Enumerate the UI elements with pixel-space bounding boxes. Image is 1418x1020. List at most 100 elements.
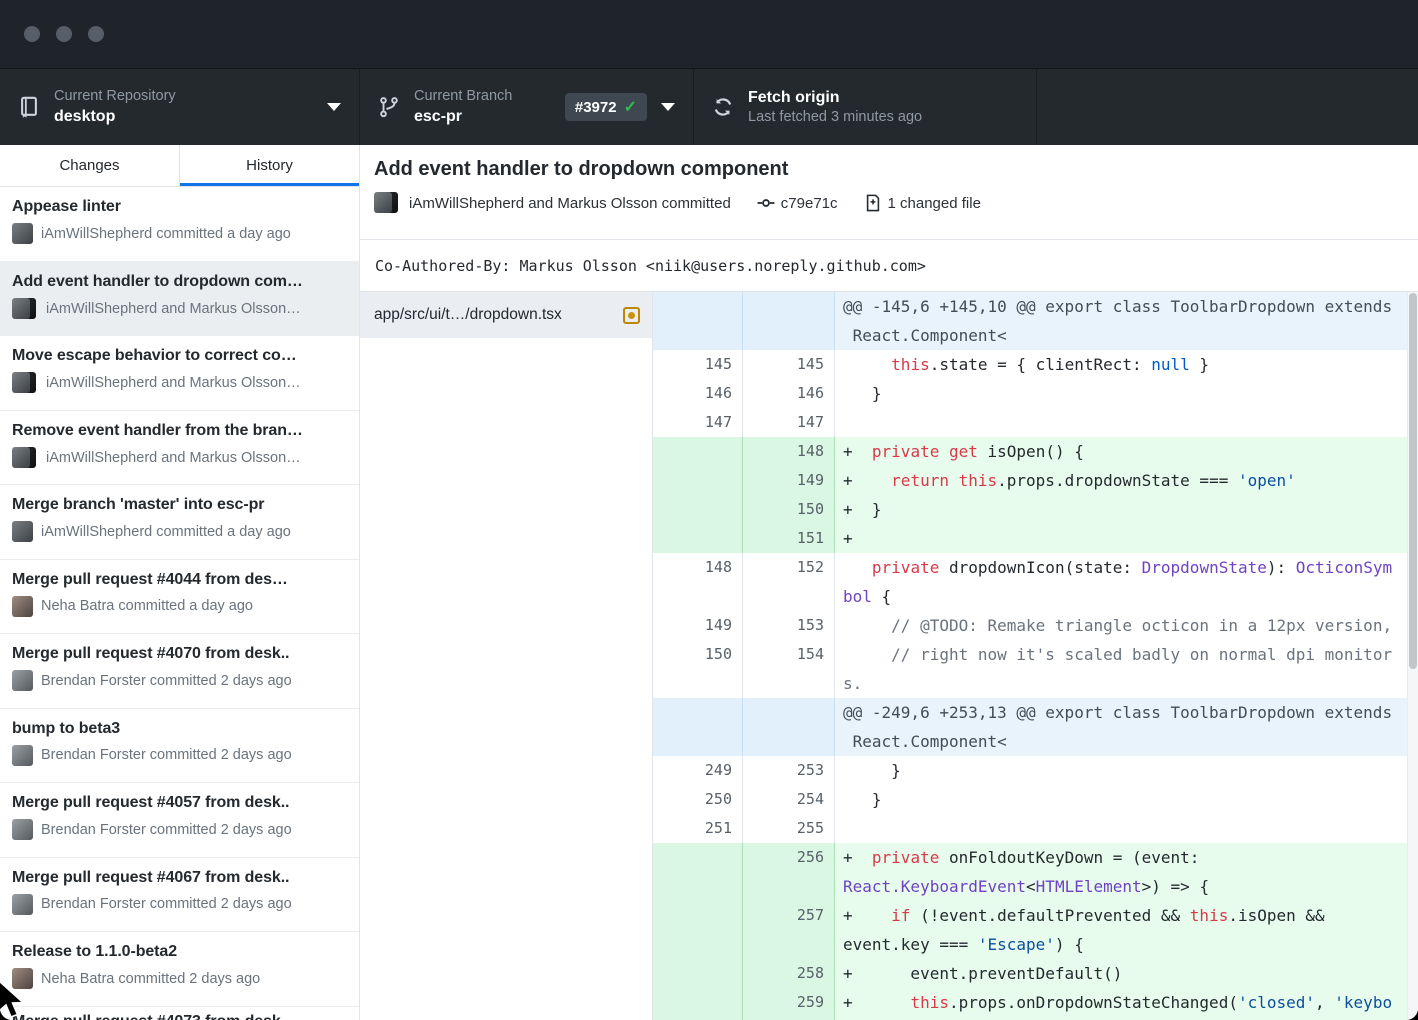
- repo-icon: [18, 96, 40, 118]
- diff-row[interactable]: 148+ private get isOpen() {: [653, 437, 1407, 466]
- diff-row[interactable]: 151+: [653, 524, 1407, 553]
- avatar: [12, 819, 33, 840]
- diff-row[interactable]: 249253 }: [653, 756, 1407, 785]
- new-line-number: 253: [743, 756, 835, 785]
- old-line-number: [653, 698, 743, 756]
- commit-item[interactable]: Add event handler to dropdown com…iAmWil…: [0, 262, 359, 337]
- code-line: // right now it's scaled badly on normal…: [835, 640, 1407, 698]
- file-item[interactable]: app/src/ui/t…/dropdown.tsx: [360, 292, 652, 338]
- commit-item[interactable]: Merge pull request #4073 from desk..: [0, 1007, 359, 1020]
- branch-picker[interactable]: Current Branch esc-pr #3972 ✓: [360, 69, 694, 145]
- avatar: [12, 968, 33, 989]
- commit-list: Appease linteriAmWillShepherd committed …: [0, 187, 359, 1020]
- diff-row[interactable]: 148152 private dropdownIcon(state: Dropd…: [653, 553, 1407, 611]
- commit-item[interactable]: Merge branch 'master' into esc-pr iAmWill…: [0, 485, 359, 560]
- commit-item[interactable]: Merge pull request #4070 from desk..Bren…: [0, 634, 359, 709]
- commit-item-title: Remove event handler from the bran…: [12, 422, 347, 440]
- diff-row[interactable]: 258+ event.preventDefault(): [653, 959, 1407, 988]
- hunk-header-row[interactable]: @@ -249,6 +253,13 @@ export class Toolba…: [653, 698, 1407, 756]
- diff-row[interactable]: 259+ this.props.onDropdownStateChanged('…: [653, 988, 1407, 1020]
- diff-row[interactable]: 251255: [653, 814, 1407, 843]
- new-line-number: 154: [743, 640, 835, 698]
- diff-row[interactable]: 149153 // @TODO: Remake triangle octicon…: [653, 611, 1407, 640]
- code-line: [835, 814, 1407, 843]
- check-icon: ✓: [624, 97, 637, 117]
- commit-item-meta: Neha Batra committed 2 days ago: [12, 968, 347, 989]
- avatar: [12, 596, 33, 617]
- pr-number: #3972: [575, 99, 617, 116]
- minimize-button[interactable]: [56, 26, 72, 42]
- commit-authors: iAmWillShepherd and Markus Olsson commit…: [409, 195, 731, 212]
- titlebar: [0, 0, 1418, 68]
- code-line: this.state = { clientRect: null }: [835, 350, 1407, 379]
- commit-item-meta: iAmWillShepherd committed a day ago: [12, 521, 347, 542]
- diff-row[interactable]: 145145 this.state = { clientRect: null }: [653, 350, 1407, 379]
- diff-row[interactable]: 256+ private onFoldoutKeyDown = (event: …: [653, 843, 1407, 901]
- diff-row[interactable]: 150+ }: [653, 495, 1407, 524]
- old-line-number: [653, 959, 743, 988]
- code-line: @@ -249,6 +253,13 @@ export class Toolba…: [835, 698, 1407, 756]
- commit-item-title: Merge branch 'master' into esc-pr: [12, 496, 347, 514]
- branch-name: esc-pr: [414, 106, 512, 127]
- new-line-number: 257: [743, 901, 835, 959]
- commit-sha-group: c79e71c: [757, 194, 838, 212]
- pr-number-badge: #3972 ✓: [565, 93, 647, 121]
- old-line-number: 251: [653, 814, 743, 843]
- avatar: [12, 521, 33, 542]
- new-line-number: 258: [743, 959, 835, 988]
- new-line-number: 254: [743, 785, 835, 814]
- new-line-number: [743, 292, 835, 350]
- commit-item[interactable]: Appease linteriAmWillShepherd committed …: [0, 187, 359, 262]
- file-list: app/src/ui/t…/dropdown.tsx: [360, 292, 653, 1020]
- commit-item[interactable]: Merge pull request #4044 from des…Neha B…: [0, 560, 359, 635]
- commit-item-title: Merge pull request #4070 from desk..: [12, 645, 347, 663]
- diff-row[interactable]: 146146 }: [653, 379, 1407, 408]
- diff-row[interactable]: 150154 // right now it's scaled badly on…: [653, 640, 1407, 698]
- hunk-header-row[interactable]: @@ -145,6 +145,10 @@ export class Toolba…: [653, 292, 1407, 350]
- commit-item[interactable]: Release to 1.1.0-beta2Neha Batra committ…: [0, 932, 359, 1007]
- diff-view: @@ -145,6 +145,10 @@ export class Toolba…: [653, 292, 1418, 1020]
- commit-item[interactable]: Merge pull request #4067 from desk..Bren…: [0, 858, 359, 933]
- commit-summary: Add event handler to dropdown component …: [360, 145, 1418, 240]
- repo-name: desktop: [54, 106, 176, 127]
- code-line: }: [835, 756, 1407, 785]
- commit-description: Co-Authored-By: Markus Olsson <niik@user…: [360, 240, 1418, 292]
- diff-row[interactable]: 147147: [653, 408, 1407, 437]
- diff-row[interactable]: 250254 }: [653, 785, 1407, 814]
- commit-item-title: Merge pull request #4057 from desk..: [12, 794, 347, 812]
- commit-title: Add event handler to dropdown component: [374, 158, 1402, 181]
- branch-label: Current Branch: [414, 87, 512, 106]
- commit-item-title: Move escape behavior to correct co…: [12, 347, 347, 365]
- commit-item-meta: iAmWillShepherd committed a day ago: [12, 223, 347, 244]
- diff-row[interactable]: 149+ return this.props.dropdownState ===…: [653, 466, 1407, 495]
- commit-item[interactable]: Move escape behavior to correct co… iAmWi…: [0, 336, 359, 411]
- old-line-number: 145: [653, 350, 743, 379]
- avatar: [12, 447, 38, 469]
- commit-sha: c79e71c: [781, 195, 838, 212]
- old-line-number: 150: [653, 640, 743, 698]
- old-line-number: [653, 495, 743, 524]
- close-button[interactable]: [24, 26, 40, 42]
- new-line-number: [743, 698, 835, 756]
- new-line-number: 145: [743, 350, 835, 379]
- scrollbar-thumb[interactable]: [1409, 293, 1417, 669]
- file-path: app/src/ui/t…/dropdown.tsx: [374, 306, 623, 324]
- avatar: [12, 745, 33, 766]
- tab-history[interactable]: History: [179, 145, 359, 186]
- repository-picker[interactable]: Current Repository desktop: [0, 69, 360, 145]
- commit-item[interactable]: bump to beta3Brendan Forster committed 2…: [0, 709, 359, 784]
- fetch-origin-button[interactable]: Fetch origin Last fetched 3 minutes ago: [694, 69, 1037, 145]
- scrollbar[interactable]: [1407, 292, 1418, 1020]
- commit-item-meta: iAmWillShepherd and Markus Olsson…: [12, 447, 347, 469]
- old-line-number: 249: [653, 756, 743, 785]
- tab-changes[interactable]: Changes: [0, 145, 179, 186]
- diff-row[interactable]: 257+ if (!event.defaultPrevented && this…: [653, 901, 1407, 959]
- commit-item[interactable]: Merge pull request #4057 from desk..Bren…: [0, 783, 359, 858]
- repo-label: Current Repository: [54, 87, 176, 106]
- sidebar-tabs: Changes History: [0, 145, 359, 187]
- commit-item[interactable]: Remove event handler from the bran… iAmWi…: [0, 411, 359, 486]
- avatar: [374, 192, 400, 214]
- sync-icon: [712, 96, 734, 118]
- zoom-button[interactable]: [88, 26, 104, 42]
- commit-item-meta: iAmWillShepherd and Markus Olsson…: [12, 372, 347, 394]
